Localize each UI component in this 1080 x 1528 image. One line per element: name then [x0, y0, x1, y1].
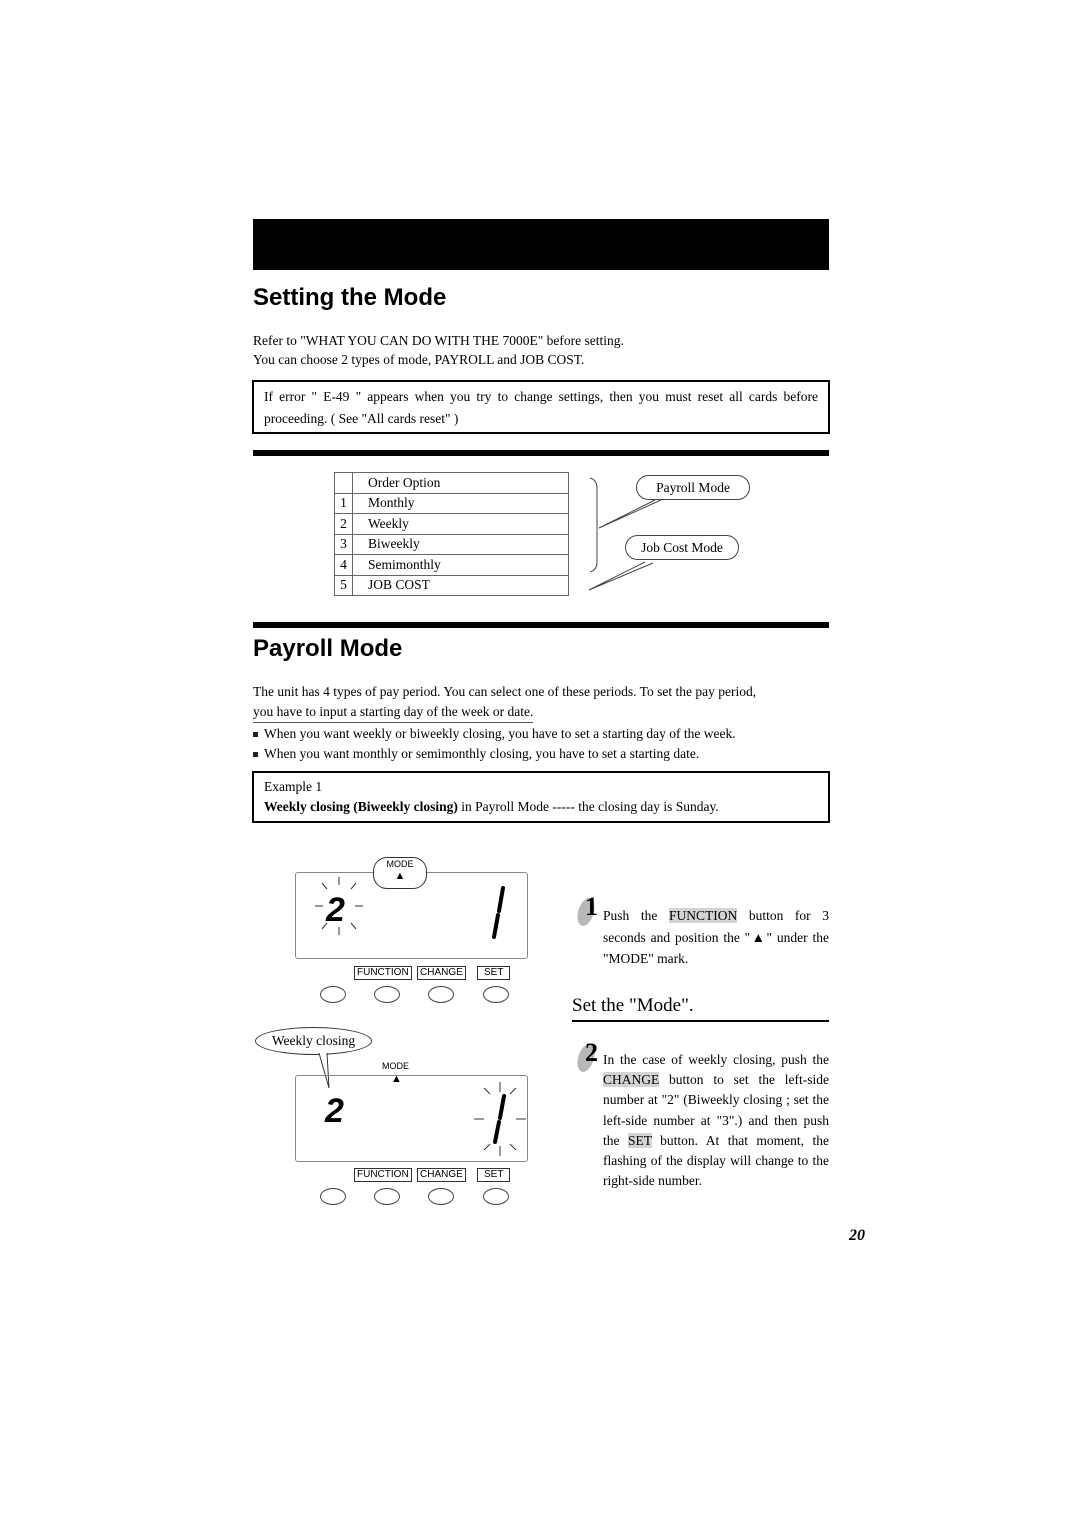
intro-line-2: You can choose 2 types of mode, PAYROLL …	[253, 352, 585, 367]
function-button-label: FUNCTION	[354, 966, 412, 980]
step-text: In the case of weekly closing, push the	[603, 1052, 829, 1067]
flashing-left-digit: 2	[315, 877, 363, 935]
left-digit: 2	[325, 891, 345, 929]
bullet-text: When you want weekly or biweekly closing…	[264, 726, 736, 741]
function-button[interactable]	[374, 986, 400, 1003]
set-keyword: SET	[627, 1132, 652, 1148]
option-num: 5	[334, 574, 353, 596]
payroll-mode-callout: Payroll Mode	[636, 475, 750, 500]
bullet-item: When you want weekly or biweekly closing…	[253, 724, 736, 743]
option-label: JOB COST	[352, 574, 569, 596]
step-number: 1	[585, 892, 598, 921]
step-1-text: Push the FUNCTION button for 3 seconds a…	[603, 905, 829, 970]
example-box: Example 1 Weekly closing (Biweekly closi…	[252, 771, 830, 823]
option-num: 3	[334, 533, 353, 555]
table-header-row: Order Option	[334, 472, 569, 494]
warning-box: If error " E-49 " appears when you try t…	[252, 380, 830, 434]
bullet-icon	[253, 732, 258, 738]
payroll-para-line-2: you have to input a starting day of the …	[253, 702, 534, 723]
bullet-text: When you want monthly or semimonthly clo…	[264, 746, 700, 761]
jobcost-callout-pointer	[588, 561, 654, 591]
set-mode-subheading: Set the "Mode".	[572, 995, 829, 1022]
mode-up-arrow-icon: ▲	[394, 870, 406, 882]
option-num: 1	[334, 492, 353, 514]
table-row: 4 Semimonthly	[334, 554, 569, 576]
change-button-label: CHANGE	[417, 1168, 466, 1182]
table-header-num	[334, 472, 353, 494]
mode-up-arrow-icon: ▲	[391, 1073, 402, 1085]
set-button[interactable]	[483, 1188, 509, 1205]
table-row: 2 Weekly	[334, 513, 569, 535]
option-label: Monthly	[352, 492, 569, 514]
page-number: 20	[849, 1227, 865, 1244]
bullet-item: When you want monthly or semimonthly clo…	[253, 744, 699, 763]
left-digit: 2	[324, 1092, 344, 1130]
table-row: 1 Monthly	[334, 492, 569, 514]
step-2-text: In the case of weekly closing, push the …	[603, 1050, 829, 1191]
left-digit-display: 2	[324, 1092, 344, 1130]
weekly-closing-callout: Weekly closing	[255, 1027, 372, 1055]
warning-text: If error " E-49 " appears when you try t…	[264, 389, 818, 426]
order-options-table: Order Option 1 Monthly 2 Weekly 3 Biweek…	[334, 472, 569, 596]
option-label: Weekly	[352, 513, 569, 535]
example-label: Example 1	[264, 779, 323, 794]
mode-label: MODE	[386, 859, 414, 869]
function-keyword: FUNCTION	[668, 908, 738, 923]
divider	[253, 450, 829, 456]
example-text: Weekly closing (Biweekly closing) in Pay…	[264, 797, 818, 817]
change-button[interactable]	[428, 1188, 454, 1205]
set-button[interactable]	[483, 986, 509, 1003]
table-row: 3 Biweekly	[334, 533, 569, 555]
option-label: Biweekly	[352, 533, 569, 555]
example-bold-biweekly: (Biweekly closing)	[353, 799, 458, 814]
right-digit-seven-seg	[493, 1094, 506, 1144]
job-cost-mode-callout: Job Cost Mode	[625, 535, 739, 560]
payroll-mode-title: Payroll Mode	[253, 635, 403, 662]
set-button-label: SET	[477, 966, 511, 980]
example-bold-weekly: Weekly closing	[264, 799, 350, 814]
change-button-label: CHANGE	[417, 966, 466, 980]
bullet-icon	[253, 752, 258, 758]
section-header-bar	[253, 219, 829, 270]
option-label: Semimonthly	[352, 554, 569, 576]
divider	[253, 622, 829, 628]
mode-indicator: MODE ▲	[373, 857, 427, 889]
payroll-para-line-1: The unit has 4 types of pay period. You …	[253, 684, 757, 699]
example-rest: in Payroll Mode ----- the closing day is…	[457, 799, 719, 814]
change-keyword: CHANGE	[603, 1072, 660, 1088]
flashing-right-digit	[474, 1082, 526, 1156]
blank-button[interactable]	[320, 1188, 346, 1205]
function-button-label: FUNCTION	[354, 1168, 412, 1182]
change-button[interactable]	[428, 986, 454, 1003]
blank-button[interactable]	[320, 986, 346, 1003]
step-text: Push the	[603, 908, 669, 923]
intro-line-1: Refer to "WHAT YOU CAN DO WITH THE 7000E…	[253, 333, 624, 348]
table-header-label: Order Option	[352, 472, 569, 494]
lcd-panel-step2: Weekly closing MODE ▲ 2 FUNCTION CHANGE …	[255, 1025, 535, 1215]
step-number: 2	[585, 1038, 598, 1067]
payroll-bracket	[589, 477, 598, 573]
set-button-label: SET	[477, 1168, 511, 1182]
lcd-panel-step1: MODE ▲ 2 FUNCTION CHANGE SET	[295, 855, 530, 1015]
option-num: 4	[334, 554, 353, 576]
right-digit-display	[492, 886, 505, 939]
function-button[interactable]	[374, 1188, 400, 1205]
mode-label: MODE	[382, 1061, 409, 1071]
option-num: 2	[334, 513, 353, 535]
table-row: 5 JOB COST	[334, 574, 569, 596]
right-digit-seven-seg	[492, 886, 505, 939]
page-title: Setting the Mode	[253, 284, 447, 311]
payroll-callout-pointer	[598, 499, 662, 529]
